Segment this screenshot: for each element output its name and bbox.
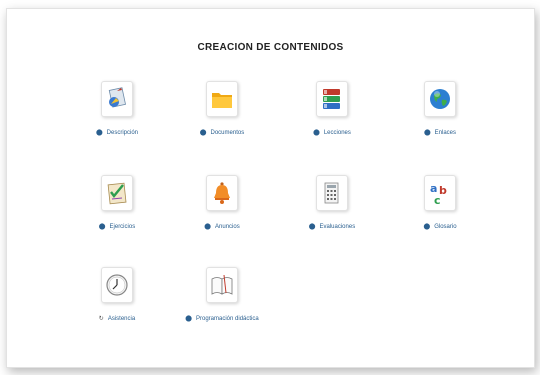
bullet-icon: ⬤ — [423, 130, 431, 136]
books-icon[interactable] — [316, 81, 348, 117]
tool-label[interactable]: Descripción — [107, 130, 138, 136]
tool-descripcion[interactable]: ⬤ Descripción — [62, 81, 172, 151]
bullet-icon: ⬤ — [308, 224, 316, 230]
book-icon[interactable] — [206, 267, 238, 303]
bullet-icon: ⬤ — [204, 224, 212, 230]
bell-icon[interactable] — [206, 175, 238, 211]
tool-label[interactable]: Ejercicios — [110, 224, 136, 230]
tool-enlaces[interactable]: ⬤ Enlaces — [385, 81, 495, 151]
page-title: CREACIÓN DE CONTENIDOS — [197, 42, 344, 51]
tool-programacion-didactica[interactable]: ⬤ Programación didáctica — [167, 267, 277, 337]
tool-ejercicios[interactable]: ⬤ Ejercicios — [62, 175, 172, 245]
tool-label[interactable]: Evaluaciones — [320, 224, 356, 230]
description-icon[interactable] — [101, 81, 133, 117]
tool-glosario[interactable]: a b c ⬤ Glosario — [385, 175, 495, 245]
bullet-icon: ⬤ — [98, 224, 106, 230]
globe-icon[interactable] — [424, 81, 456, 117]
tool-label[interactable]: Documentos — [211, 130, 245, 136]
tool-label[interactable]: Programación didáctica — [196, 316, 259, 322]
tool-label[interactable]: Asistencia — [108, 316, 135, 322]
calculator-icon[interactable] — [316, 175, 348, 211]
tool-label[interactable]: Lecciones — [324, 130, 351, 136]
tool-label[interactable]: Anuncios — [215, 224, 240, 230]
tool-documentos[interactable]: ⬤ Documentos — [167, 81, 277, 151]
bullet-icon: ⬤ — [185, 316, 192, 322]
bullet-icon: ⬤ — [313, 130, 320, 136]
abc-icon[interactable]: a b c — [424, 175, 456, 211]
tool-asistencia[interactable]: ↻ Asistencia — [62, 267, 172, 337]
bullet-icon: ⬤ — [199, 130, 207, 136]
tool-label[interactable]: Glosario — [434, 224, 456, 230]
svg-text:c: c — [434, 194, 441, 206]
bullet-icon: ⬤ — [95, 130, 103, 136]
tool-evaluaciones[interactable]: ⬤ Evaluaciones — [277, 175, 387, 245]
tool-lecciones[interactable]: ⬤ Lecciones — [277, 81, 387, 151]
content-panel: CREACIÓN DE CONTENIDOS ⬤ Descripción ⬤ Doc… — [6, 8, 535, 368]
refresh-icon: ↻ — [98, 316, 104, 322]
clock-icon[interactable] — [101, 267, 133, 303]
checklist-icon[interactable] — [101, 175, 133, 211]
folder-icon[interactable] — [206, 81, 238, 117]
tool-label[interactable]: Enlaces — [435, 130, 456, 136]
bullet-icon: ⬤ — [423, 224, 431, 230]
tool-anuncios[interactable]: ⬤ Anuncios — [167, 175, 277, 245]
